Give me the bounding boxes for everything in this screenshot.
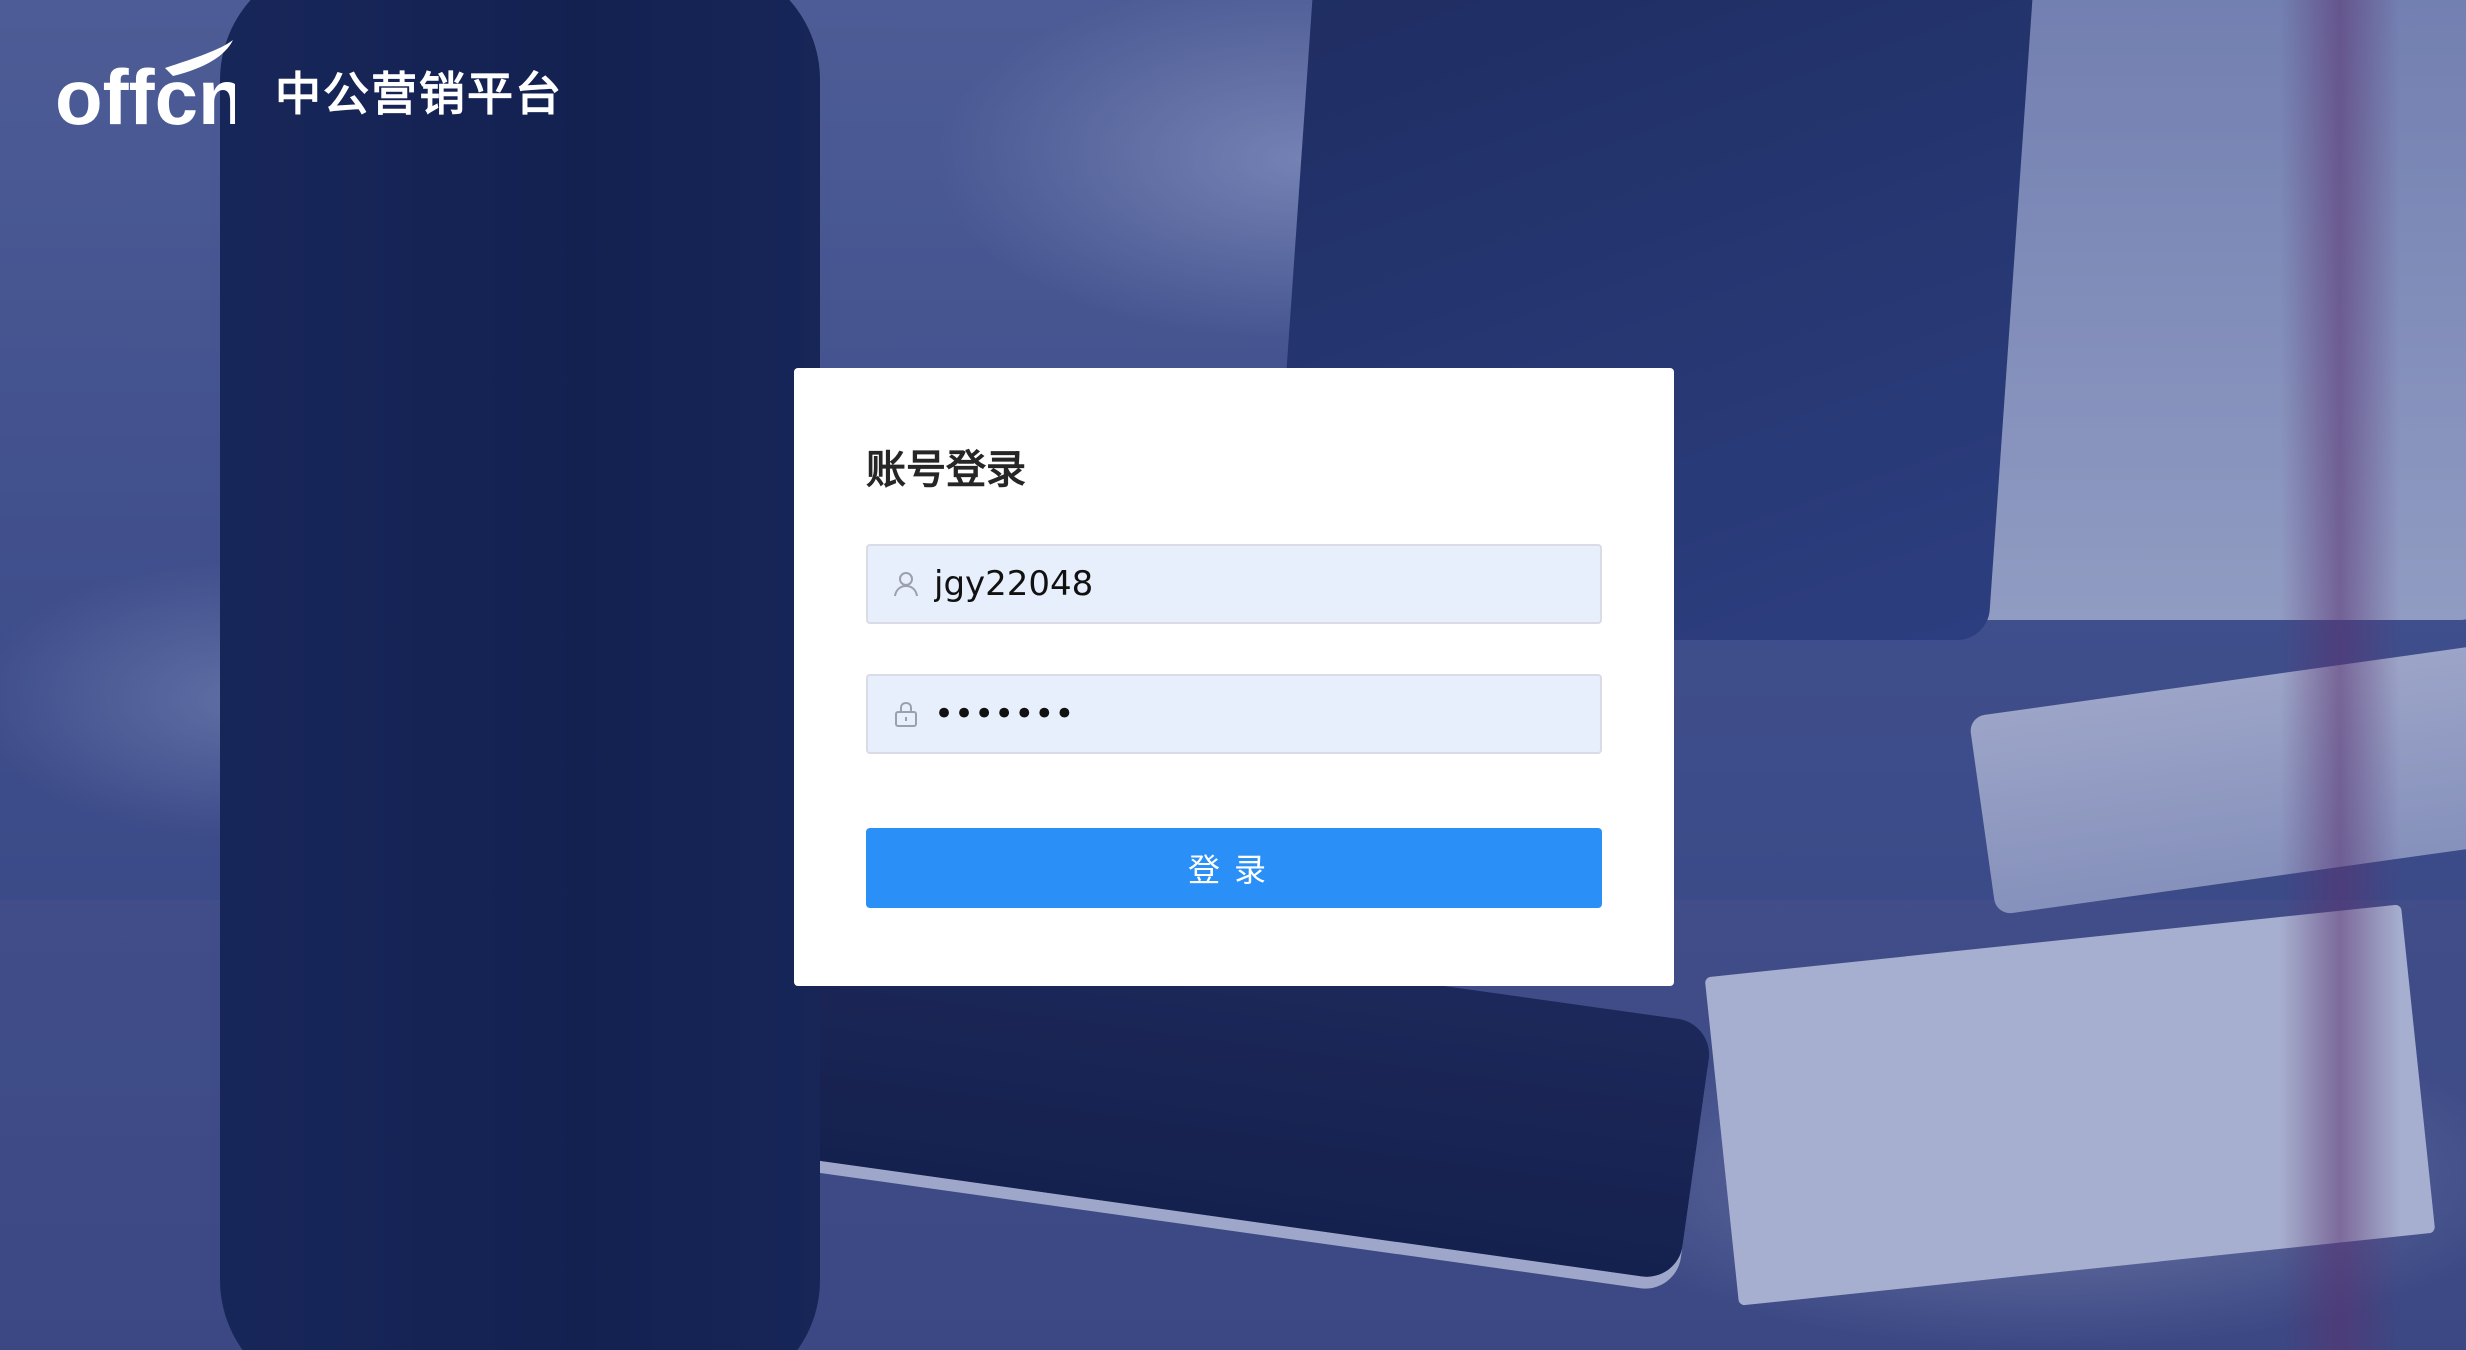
password-input[interactable] [920,676,1600,752]
platform-title: 中公营销平台 [275,67,563,121]
brand-logo: offcn 中公营销平台 [55,38,563,130]
login-title: 账号登录 [866,447,1026,493]
user-icon [892,570,920,598]
login-button[interactable]: 登录 [866,828,1602,908]
username-input[interactable] [920,546,1600,622]
login-page: offcn 中公营销平台 账号登录 jgy22048 ••••••• 登录 [0,0,2466,1350]
login-card: 账号登录 登录 [794,368,1674,986]
username-field[interactable] [866,544,1602,624]
logo-wordmark: offcn [55,53,235,130]
password-field[interactable] [866,674,1602,754]
offcn-logo-icon: offcn [55,38,235,130]
lock-icon [892,700,920,728]
